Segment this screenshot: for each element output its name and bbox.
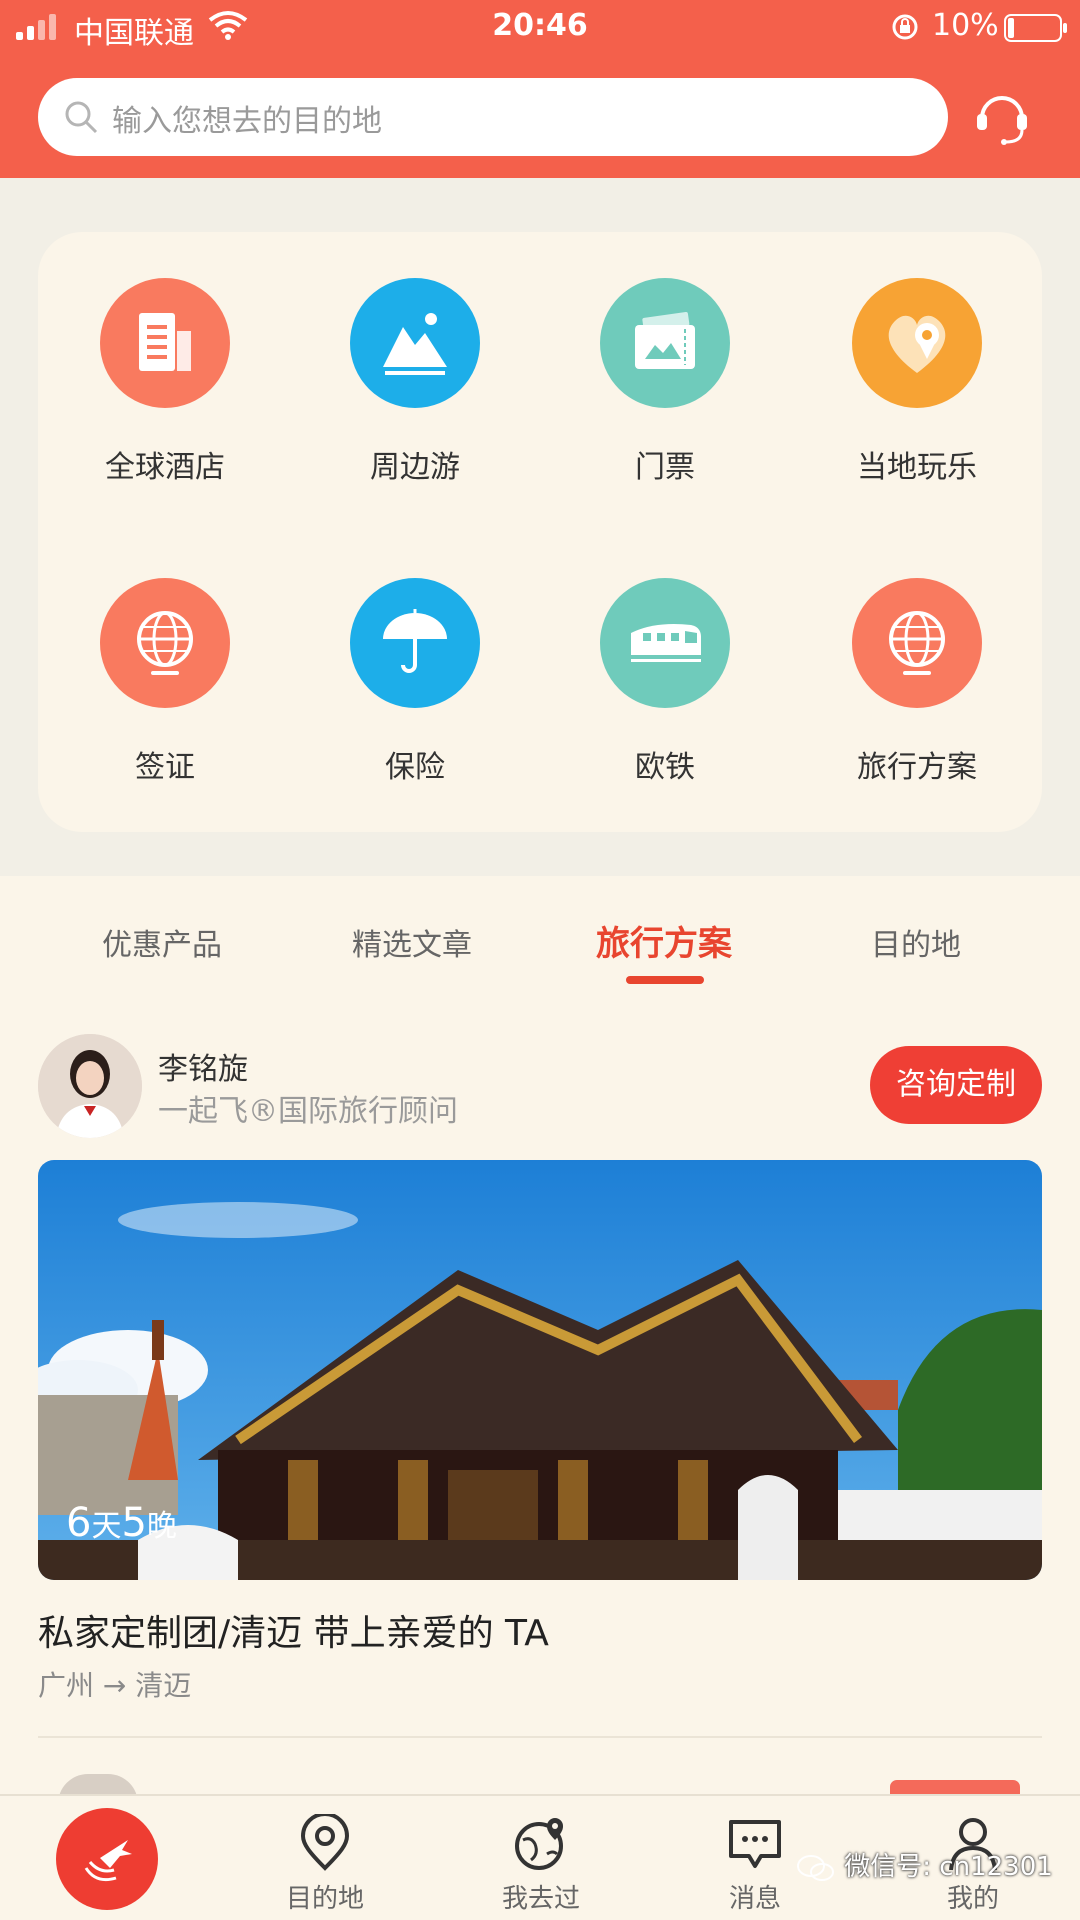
location-pin-icon [300, 1814, 350, 1871]
category-label: 保险 [385, 750, 445, 785]
search-input[interactable]: 输入您想去的目的地 [38, 78, 948, 156]
globe-pin-icon [515, 1818, 563, 1870]
trip-days: 6 [66, 1500, 92, 1546]
hotel-icon [100, 278, 230, 408]
heart-location-icon [852, 278, 982, 408]
content-area: 优惠产品 精选文章 旅行方案 目的地 李铭旋 一起飞®国际旅行顾问 咨询定制 6… [0, 876, 1080, 1804]
train-icon [600, 578, 730, 708]
watermark-text: 微信号: cn12301 [844, 1852, 1053, 1882]
category-visa[interactable]: 签证 [42, 532, 288, 828]
nav-visited[interactable]: 我去过 [466, 1814, 616, 1915]
umbrella-icon [350, 578, 480, 708]
mountain-icon [350, 278, 480, 408]
tab-indicator [626, 976, 704, 984]
category-grid: 全球酒店 周边游 门票 当地玩乐 签证 保险 欧铁 旅行方案 [38, 232, 1042, 832]
advisor-name: 李铭旋 [158, 1052, 248, 1087]
consult-button-partial[interactable] [890, 1780, 1020, 1794]
rotation-lock-icon [892, 14, 918, 40]
nav-label: 我的 [946, 1884, 999, 1914]
search-icon [65, 101, 98, 134]
category-label: 当地玩乐 [857, 450, 977, 485]
globe-icon [852, 578, 982, 708]
category-local-fun[interactable]: 当地玩乐 [794, 232, 1040, 528]
message-icon [729, 1820, 781, 1868]
tab-travel-plan[interactable]: 旅行方案 [544, 916, 784, 965]
trip-route: 广州 → 清迈 [38, 1669, 192, 1702]
trip-title[interactable]: 私家定制团/清迈 带上亲爱的 TA [38, 1604, 549, 1656]
trip-nights: 5 [121, 1500, 147, 1546]
category-travel-plan[interactable]: 旅行方案 [794, 532, 1040, 828]
header: 中国联通 20:46 10% 输入您想去的目的地 [0, 0, 1080, 178]
divider [38, 1736, 1042, 1738]
nav-destination[interactable]: 目的地 [250, 1814, 400, 1915]
trip-photo[interactable]: 6天5晚 [38, 1160, 1042, 1580]
battery-percent: 10% [932, 8, 999, 43]
category-label: 欧铁 [635, 750, 695, 785]
home-button[interactable] [56, 1808, 158, 1910]
category-eurail[interactable]: 欧铁 [542, 532, 788, 828]
advisor-title: 一起飞®国际旅行顾问 [158, 1094, 458, 1129]
globe-icon [100, 578, 230, 708]
trip-nights-unit: 晚 [146, 1509, 177, 1544]
watermark: 微信号: cn12301 [796, 1846, 1053, 1883]
tab-articles[interactable]: 精选文章 [292, 920, 532, 964]
consult-button[interactable]: 咨询定制 [870, 1046, 1042, 1124]
tab-destination[interactable]: 目的地 [796, 920, 1036, 964]
category-hotel[interactable]: 全球酒店 [42, 232, 288, 528]
nav-label: 目的地 [285, 1884, 364, 1914]
nav-label: 我去过 [501, 1884, 580, 1914]
plane-logo-icon [84, 1840, 132, 1882]
battery-icon [1004, 14, 1067, 42]
category-insurance[interactable]: 保险 [292, 532, 538, 828]
status-bar: 中国联通 20:46 10% [0, 0, 1080, 56]
tab-deals[interactable]: 优惠产品 [42, 920, 282, 964]
search-placeholder: 输入您想去的目的地 [112, 104, 382, 139]
ticket-icon [600, 278, 730, 408]
customer-service-icon[interactable] [972, 88, 1032, 146]
category-label: 旅行方案 [857, 750, 977, 785]
category-label: 签证 [135, 750, 195, 785]
category-tickets[interactable]: 门票 [542, 232, 788, 528]
wechat-icon [797, 1854, 834, 1881]
category-label: 周边游 [370, 450, 460, 485]
avatar[interactable] [38, 1034, 142, 1138]
category-nearby-tour[interactable]: 周边游 [292, 232, 538, 528]
trip-days-unit: 天 [91, 1509, 122, 1544]
nav-label: 消息 [728, 1884, 781, 1914]
category-label: 全球酒店 [105, 450, 225, 485]
category-label: 门票 [635, 450, 695, 485]
trip-duration: 6天5晚 [66, 1500, 177, 1546]
